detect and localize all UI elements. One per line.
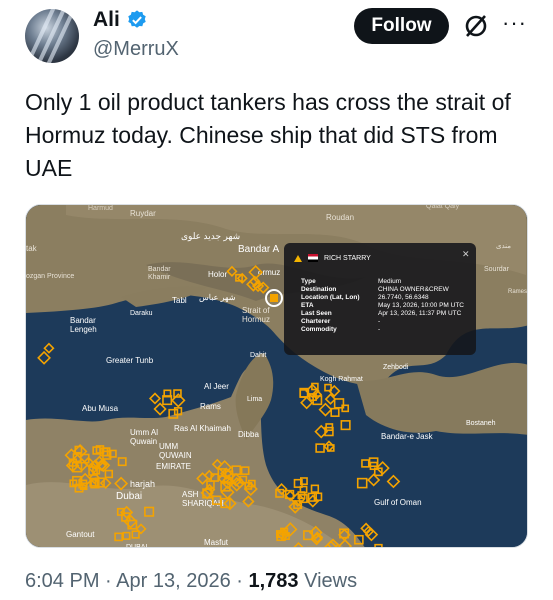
map-label-kough-rahmat: Kogh Rahmat: [320, 376, 363, 383]
map-label-shahr-jadid: شهر جديد علوی: [181, 231, 240, 242]
map-label-rams: Rams: [200, 402, 221, 411]
map-label-dubai: Dubai: [116, 491, 142, 502]
map-label-zehbodi: Zehbodi: [383, 364, 409, 371]
map-label-masfut: Masfut: [204, 538, 229, 547]
popup-value-location: 26.7740, 56.6348: [378, 294, 429, 301]
verified-badge-icon: [128, 10, 146, 28]
separator: ·: [105, 570, 112, 592]
map-label-ras-al-khaimah: Ras Al Khaimah: [174, 424, 231, 433]
map-label-greater-tunb: Greater Tunb: [106, 356, 154, 365]
map-label-hormud: Harmud: [88, 205, 113, 212]
separator: ·: [236, 570, 243, 592]
popup-value-type: Medium: [378, 278, 402, 285]
map-label-bostaneh: Bostaneh: [466, 420, 496, 427]
popup-label-location: Location (Lat, Lon): [301, 294, 360, 301]
map-label-gulf-of-oman: Gulf of Oman: [374, 498, 422, 507]
views-label: Views: [304, 570, 358, 592]
ship-type-icon: [294, 255, 302, 262]
popup-value-last-seen: Apr 13, 2026, 11:37 PM UTC: [378, 310, 462, 317]
tweet-header: Ali @MerruX Follow ···: [0, 0, 553, 76]
map-label-bandar-khamir: Bandar Khamir: [148, 266, 171, 281]
map-label-roudan: Roudan: [326, 213, 354, 222]
map-label-bandar-lengeh: Bandar Lengeh: [70, 316, 97, 334]
map-label-dahit: Dahit: [250, 352, 266, 359]
map-label-umm-al-quwain: Umm Al Quwain: [130, 428, 158, 446]
popup-values: Medium CHINA OWNER&CREW 26.7740, 56.6348…: [378, 278, 464, 334]
popup-label-last-seen: Last Seen: [301, 310, 332, 317]
tweet-media-map[interactable]: Harmud Ruydar Roudan Qalat Qaly tak شهر جديد …: [25, 204, 528, 548]
map-label-lima: Lima: [247, 396, 262, 403]
map-label-sourdar: Sourdar: [484, 266, 510, 273]
views-count: 1,783: [248, 570, 299, 592]
author-name-row: Ali: [93, 8, 148, 32]
popup-value-commodity: -: [378, 326, 381, 333]
ship-info-popup: RICH STARRY ✕ Type Destination Location …: [284, 243, 476, 355]
map-label-rames: Rames: [508, 289, 527, 295]
avatar[interactable]: [25, 9, 79, 63]
popup-value-eta: May 13, 2026, 10:00 PM UTC: [378, 302, 464, 309]
map-label-pezgan: ozgan Province: [26, 273, 74, 280]
map-label-qalat: Qalat Qaly: [426, 205, 460, 210]
tweet-date[interactable]: Apr 13, 2026: [116, 570, 231, 592]
popup-labels: Type Destination Location (Lat, Lon) ETA…: [301, 278, 360, 334]
selected-vessel-icon: [270, 294, 278, 302]
map-label-gantout: Gantout: [66, 530, 95, 539]
popup-label-charterer: Charterer: [301, 318, 331, 325]
popup-label-commodity: Commodity: [301, 326, 337, 333]
map-label-ruydar: Ruydar: [130, 209, 156, 218]
map-label-holor: Holor: [208, 270, 227, 279]
map-label-tak: tak: [26, 244, 38, 253]
tweet-meta: 6:04 PM · Apr 13, 2026 · 1,783 Views: [25, 570, 357, 593]
popup-label-destination: Destination: [301, 286, 337, 293]
close-icon[interactable]: ✕: [462, 249, 470, 260]
map-label-shahr-abbas: شهر عباس: [199, 293, 236, 302]
follow-button[interactable]: Follow: [354, 8, 449, 44]
author-name[interactable]: Ali: [93, 8, 120, 32]
map-label-sharjah: harjah: [130, 479, 155, 489]
tweet-text: Only 1 oil product tankers has cross the…: [25, 89, 511, 181]
map-label-al-jeer: Al Jeer: [204, 382, 229, 391]
map-label-tabl: Tabl: [172, 296, 187, 305]
more-icon[interactable]: ···: [502, 12, 528, 38]
popup-value-destination: CHINA OWNER&CREW: [378, 286, 449, 293]
popup-label-eta: ETA: [301, 302, 314, 309]
map-label-daraku: Daraku: [130, 310, 153, 317]
map-label-dibba: Dibba: [238, 430, 259, 439]
map-label-abu-musa: Abu Musa: [82, 404, 119, 413]
flag-icon: [308, 254, 318, 262]
popup-value-charterer: -: [378, 318, 381, 325]
ship-name: RICH STARRY: [324, 255, 371, 262]
map-label-emirate: EMIRATE: [156, 462, 191, 471]
map-label-bandar-e-jask: Bandar-e Jask: [381, 432, 434, 441]
map-label-dubai-caps: DUBAI: [126, 544, 147, 548]
tweet-time[interactable]: 6:04 PM: [25, 570, 99, 592]
map-label-mandi: مندی: [496, 243, 511, 250]
map-label-bandar-a: Bandar A: [238, 244, 279, 255]
author-handle[interactable]: @MerruX: [93, 38, 179, 61]
map-label-strait: Strait of Hormuz: [242, 306, 270, 324]
popup-label-type: Type: [301, 278, 316, 285]
grok-icon[interactable]: [462, 12, 490, 40]
